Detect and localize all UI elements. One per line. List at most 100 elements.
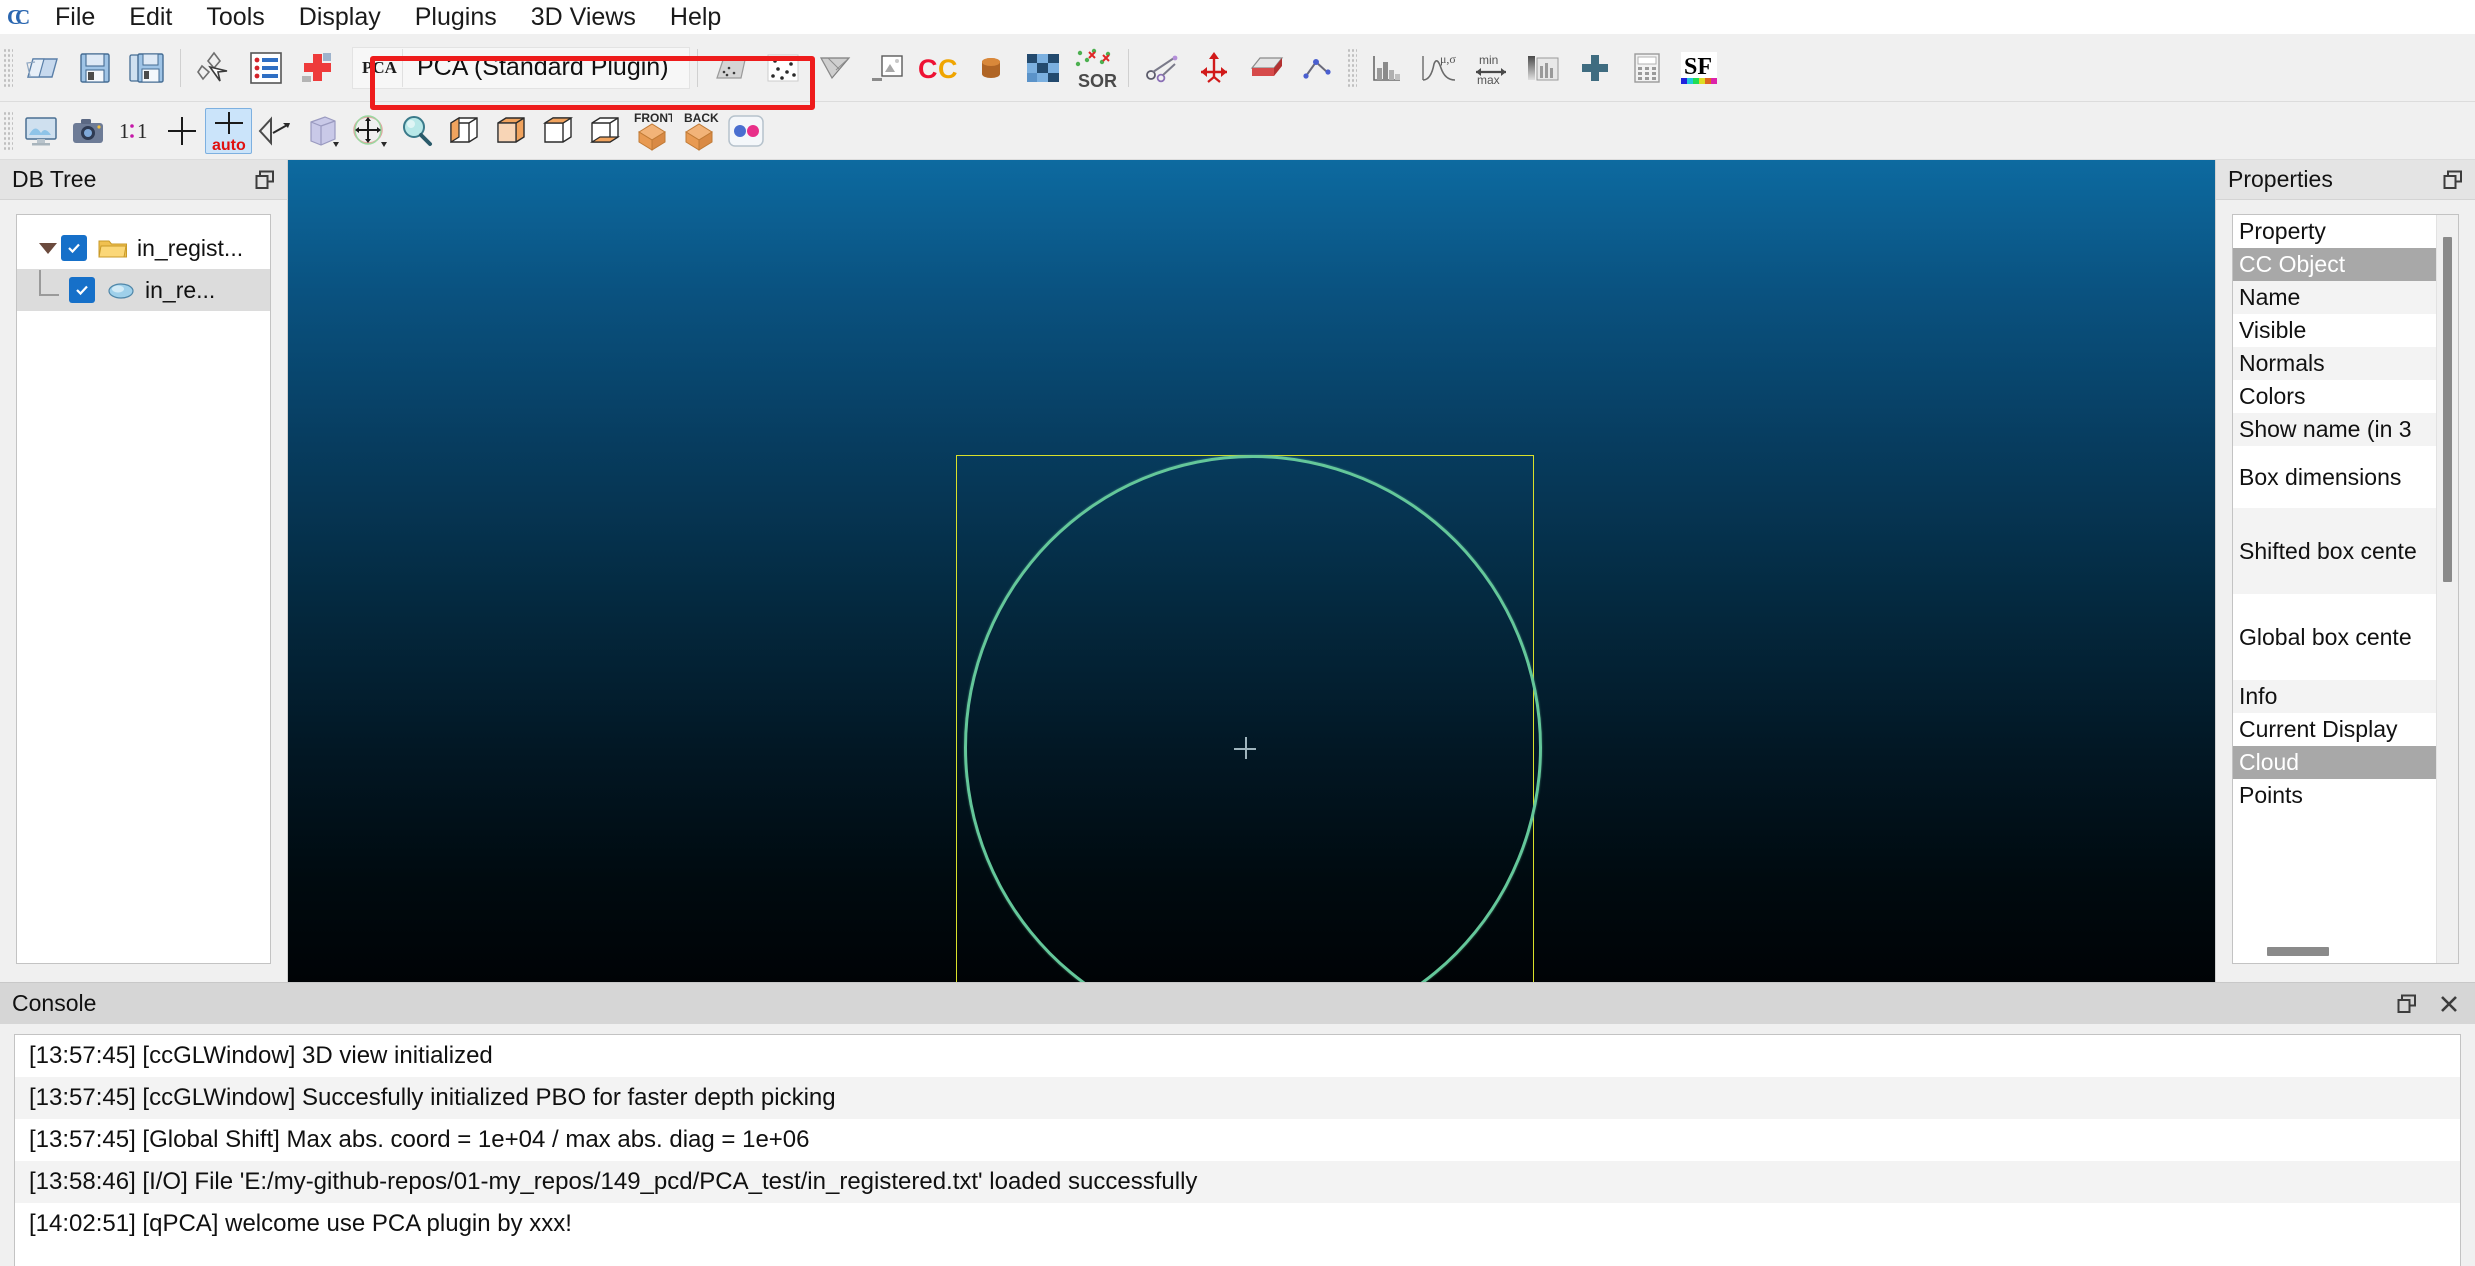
scrollbar-thumb[interactable] xyxy=(2443,237,2452,582)
open-file-icon[interactable] xyxy=(17,42,69,94)
cloud-to-mesh-icon[interactable] xyxy=(705,42,757,94)
property-row-name[interactable]: Name xyxy=(2233,281,2436,314)
translate-rotate-icon[interactable] xyxy=(1188,42,1240,94)
menu-display[interactable]: Display xyxy=(282,1,398,34)
property-section-cloud[interactable]: Cloud xyxy=(2233,746,2436,779)
property-row-points[interactable]: Points xyxy=(2233,779,2436,812)
db-tree-list[interactable]: in_regist... in_re... xyxy=(16,214,271,964)
console-body: [13:57:45] [ccGLWindow] 3D view initiali… xyxy=(0,1024,2475,1266)
tree-node-root[interactable]: in_regist... xyxy=(17,227,270,269)
view-toolbar-grip[interactable] xyxy=(3,111,13,151)
property-row-current-display[interactable]: Current Display xyxy=(2233,713,2436,746)
zoom-1-1-icon[interactable]: 1 1 xyxy=(111,108,158,154)
default-view-icon[interactable] xyxy=(299,108,346,154)
property-label: Name xyxy=(2239,284,2300,311)
tree-checkbox-root[interactable] xyxy=(61,235,87,261)
scissors-icon[interactable] xyxy=(1136,42,1188,94)
properties-rows: Property CC Object Name Visible Normals … xyxy=(2233,215,2436,963)
toolbar-grip-sf[interactable] xyxy=(1347,48,1357,88)
property-label: CC Object xyxy=(2239,251,2345,278)
pivot-center-marker xyxy=(1234,737,1256,759)
snapshot-icon[interactable] xyxy=(64,108,111,154)
translate-view-icon[interactable] xyxy=(346,108,393,154)
svg-text:min: min xyxy=(1479,53,1498,67)
svg-text:FRONT: FRONT xyxy=(634,111,672,125)
sor-filter-icon[interactable]: SOR xyxy=(1069,42,1121,94)
animation-icon[interactable] xyxy=(965,42,1017,94)
console-log-list[interactable]: [13:57:45] [ccGLWindow] 3D view initiali… xyxy=(14,1034,2461,1266)
property-row-shifted-box-center[interactable]: Shifted box cente xyxy=(2233,508,2436,594)
pca-plugin-button[interactable]: PCA PCA (Standard Plugin) xyxy=(352,47,690,89)
tree-node-cloud[interactable]: in_re... xyxy=(17,269,270,311)
section-plane-icon[interactable] xyxy=(1240,42,1292,94)
add-plugin-icon[interactable] xyxy=(292,42,344,94)
properties-list-icon[interactable] xyxy=(240,42,292,94)
select-point-icon[interactable] xyxy=(188,42,240,94)
property-row-box-dimensions[interactable]: Box dimensions xyxy=(2233,446,2436,508)
property-label: Shifted box cente xyxy=(2239,538,2417,565)
property-row-visible[interactable]: Visible xyxy=(2233,314,2436,347)
svg-text:SF: SF xyxy=(1684,54,1712,80)
properties-horizontal-scrollbar[interactable] xyxy=(2239,947,2432,959)
db-tree-panel: DB Tree in_regist... in_re... xyxy=(0,160,288,982)
console-title-bar: Console xyxy=(0,982,2475,1024)
menu-edit[interactable]: Edit xyxy=(112,1,189,34)
min-max-icon[interactable]: min max xyxy=(1465,42,1517,94)
3d-view[interactable]: 200 Y X Z xyxy=(288,160,2215,982)
property-label: Current Display xyxy=(2239,716,2398,743)
menu-3d-views[interactable]: 3D Views xyxy=(514,1,653,34)
menu-help[interactable]: Help xyxy=(653,1,738,34)
cc-compare-icon[interactable]: C C xyxy=(913,42,965,94)
float-panel-icon[interactable] xyxy=(2439,166,2467,194)
save-as-icon[interactable] xyxy=(121,42,173,94)
render-to-file-icon[interactable] xyxy=(17,108,64,154)
normals-icon[interactable] xyxy=(1292,42,1344,94)
checkerboard-icon[interactable] xyxy=(1017,42,1069,94)
tree-node-cloud-label: in_re... xyxy=(145,277,215,304)
sf-colorscale-icon[interactable]: SF xyxy=(1673,42,1725,94)
property-row-show-name[interactable]: Show name (in 3 xyxy=(2233,413,2436,446)
right-view-icon[interactable] xyxy=(487,108,534,154)
histogram-icon[interactable] xyxy=(1361,42,1413,94)
calculator-icon[interactable] xyxy=(1621,42,1673,94)
left-view-icon[interactable] xyxy=(440,108,487,154)
raster-to-cloud-icon[interactable] xyxy=(861,42,913,94)
expand-collapse-arrow-icon[interactable] xyxy=(35,235,61,261)
property-label: Global box cente xyxy=(2239,624,2412,651)
property-label: Info xyxy=(2239,683,2277,710)
save-icon[interactable] xyxy=(69,42,121,94)
menu-plugins[interactable]: Plugins xyxy=(398,1,514,34)
pick-rotation-center-icon[interactable] xyxy=(252,108,299,154)
mesh-triangulate-icon[interactable] xyxy=(809,42,861,94)
add-sf-icon[interactable] xyxy=(1569,42,1621,94)
float-panel-icon[interactable] xyxy=(251,166,279,194)
properties-table[interactable]: Property CC Object Name Visible Normals … xyxy=(2232,214,2459,964)
point-cloud-icon xyxy=(105,277,137,303)
float-panel-icon[interactable] xyxy=(2393,990,2421,1018)
bottom-view-icon[interactable] xyxy=(581,108,628,154)
console-panel: Console [13:57:45] [ccGLWindow] 3D view … xyxy=(0,982,2475,1266)
svg-text:1: 1 xyxy=(119,119,130,143)
scrollbar-thumb-horizontal[interactable] xyxy=(2267,947,2329,956)
front-view-icon[interactable]: FRONT xyxy=(628,108,675,154)
sample-points-icon[interactable] xyxy=(757,42,809,94)
property-row-normals[interactable]: Normals xyxy=(2233,347,2436,380)
property-row-colors[interactable]: Colors xyxy=(2233,380,2436,413)
close-icon[interactable] xyxy=(2435,990,2463,1018)
gaussian-filter-icon[interactable]: μ,σ xyxy=(1413,42,1465,94)
property-row-info[interactable]: Info xyxy=(2233,680,2436,713)
stereo-mode-icon[interactable] xyxy=(722,108,769,154)
back-view-icon[interactable]: BACK xyxy=(675,108,722,154)
property-section-cc-object[interactable]: CC Object xyxy=(2233,248,2436,281)
set-pivot-icon[interactable] xyxy=(158,108,205,154)
gradient-icon[interactable] xyxy=(1517,42,1569,94)
menu-tools[interactable]: Tools xyxy=(189,1,281,34)
toolbar-grip[interactable] xyxy=(3,48,13,88)
property-row-global-box-center[interactable]: Global box cente xyxy=(2233,594,2436,680)
menu-file[interactable]: File xyxy=(38,1,112,34)
top-view-icon[interactable] xyxy=(534,108,581,154)
zoom-view-icon[interactable] xyxy=(393,108,440,154)
auto-pivot-icon[interactable]: auto xyxy=(205,108,252,154)
tree-checkbox-cloud[interactable] xyxy=(69,277,95,303)
properties-vertical-scrollbar[interactable] xyxy=(2436,215,2458,963)
